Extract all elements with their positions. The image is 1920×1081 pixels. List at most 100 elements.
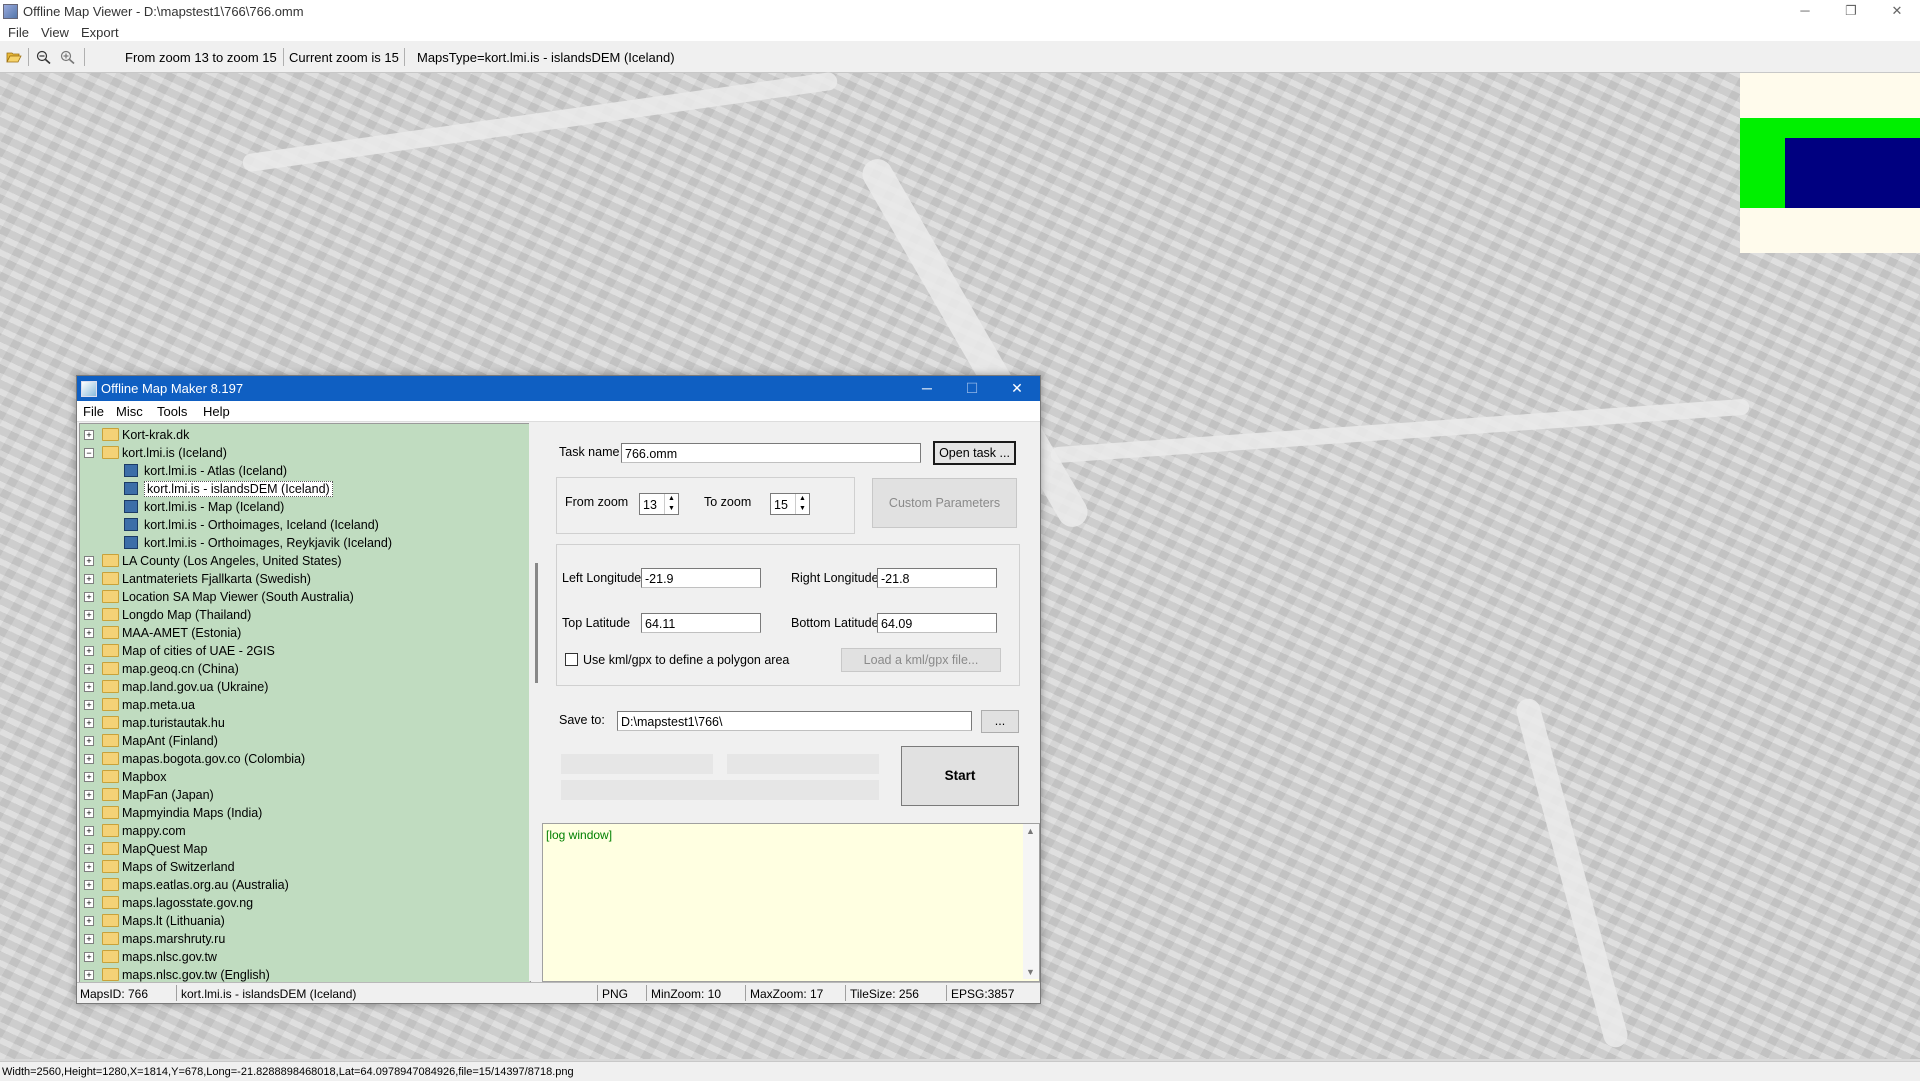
tree-folder-item[interactable]: + map.turistautak.hu (80, 714, 530, 732)
folder-icon (102, 428, 119, 441)
tree-folder-item[interactable]: + MapFan (Japan) (80, 786, 530, 804)
tree-map-item[interactable]: kort.lmi.is - Map (Iceland) (80, 498, 530, 516)
expand-icon[interactable]: + (84, 718, 94, 728)
bottom-latitude-input[interactable]: 64.09 (877, 613, 997, 633)
tree-folder-item[interactable]: + map.geoq.cn (China) (80, 660, 530, 678)
left-longitude-input[interactable]: -21.9 (641, 568, 761, 588)
expand-icon[interactable]: + (84, 430, 94, 440)
zoom-out-icon[interactable] (36, 50, 52, 64)
expand-icon[interactable]: + (84, 952, 94, 962)
open-folder-icon[interactable] (6, 50, 22, 64)
expand-icon[interactable]: + (84, 970, 94, 980)
dialog-menu-misc[interactable]: Misc (116, 404, 143, 419)
tree-folder-item[interactable]: + mappy.com (80, 822, 530, 840)
dialog-menu-file[interactable]: File (83, 404, 104, 419)
custom-parameters-button[interactable]: Custom Parameters (872, 478, 1017, 528)
tree-folder-item[interactable]: + MapQuest Map (80, 840, 530, 858)
expand-icon[interactable]: + (84, 754, 94, 764)
zoom-in-icon[interactable] (60, 50, 76, 64)
dialog-close-button[interactable]: ✕ (997, 378, 1037, 399)
expand-icon[interactable]: + (84, 916, 94, 926)
tree-folder-item[interactable]: + maps.eatlas.org.au (Australia) (80, 876, 530, 894)
minimize-button[interactable]: ─ (1790, 1, 1820, 21)
tree-folder-item[interactable]: + map.meta.ua (80, 696, 530, 714)
expand-icon[interactable]: + (84, 682, 94, 692)
expand-icon[interactable]: + (84, 700, 94, 710)
tree-folder-item[interactable]: + Longdo Map (Thailand) (80, 606, 530, 624)
expand-icon[interactable]: + (84, 880, 94, 890)
tree-folder-item[interactable]: + Lantmateriets Fjallkarta (Swedish) (80, 570, 530, 588)
menu-view[interactable]: View (41, 25, 69, 40)
tree-folder-item[interactable]: + Maps.lt (Lithuania) (80, 912, 530, 930)
task-name-input[interactable]: 766.omm (621, 443, 921, 463)
expand-icon[interactable]: + (84, 610, 94, 620)
start-button[interactable]: Start (901, 746, 1019, 806)
to-zoom-spinner[interactable]: 15 ▲ ▼ (770, 493, 810, 515)
tree-folder-item[interactable]: + maps.nlsc.gov.tw (English) (80, 966, 530, 982)
tree-folder-item[interactable]: + MapAnt (Finland) (80, 732, 530, 750)
expand-icon[interactable]: + (84, 934, 94, 944)
expand-icon[interactable]: + (84, 772, 94, 782)
restore-button[interactable]: ❐ (1836, 1, 1866, 21)
tree-folder-item[interactable]: + maps.nlsc.gov.tw (80, 948, 530, 966)
spin-down-icon[interactable]: ▼ (664, 504, 678, 514)
dialog-minimize-button[interactable]: ─ (907, 378, 947, 399)
tree-folder-item[interactable]: + Map of cities of UAE - 2GIS (80, 642, 530, 660)
tree-folder-item[interactable]: + maps.lagosstate.gov.ng (80, 894, 530, 912)
expand-icon[interactable]: + (84, 790, 94, 800)
collapse-icon[interactable]: − (84, 448, 94, 458)
expand-icon[interactable]: + (84, 556, 94, 566)
dialog-menu-help[interactable]: Help (203, 404, 230, 419)
tree-folder-item[interactable]: + Mapbox (80, 768, 530, 786)
tree-folder-item[interactable]: − kort.lmi.is (Iceland) (80, 444, 530, 462)
expand-icon[interactable]: + (84, 898, 94, 908)
expand-icon[interactable]: + (84, 646, 94, 656)
tree-folder-item[interactable]: + Location SA Map Viewer (South Australia… (80, 588, 530, 606)
tree-map-item[interactable]: kort.lmi.is - Orthoimages, Reykjavik (Ic… (80, 534, 530, 552)
expand-icon[interactable]: + (84, 664, 94, 674)
dialog-maximize-button[interactable]: ☐ (952, 378, 992, 399)
kml-polygon-checkbox[interactable] (565, 653, 578, 666)
tree-folder-item[interactable]: + LA County (Los Angeles, United States) (80, 552, 530, 570)
tree-folder-item[interactable]: + mapas.bogota.gov.co (Colombia) (80, 750, 530, 768)
tree-map-item[interactable]: kort.lmi.is - Orthoimages, Iceland (Icel… (80, 516, 530, 534)
map-source-tree[interactable]: + Kort-krak.dk − kort.lmi.is (Iceland) kort.… (79, 423, 531, 983)
log-scrollbar[interactable]: ▲ ▼ (1023, 824, 1039, 979)
right-longitude-input[interactable]: -21.8 (877, 568, 997, 588)
tree-folder-item[interactable]: + maps.marshruty.ru (80, 930, 530, 948)
tree-scrollbar-thumb[interactable] (535, 563, 538, 683)
menu-export[interactable]: Export (81, 25, 119, 40)
spin-up-icon[interactable]: ▲ (795, 494, 809, 504)
tree-folder-item[interactable]: + Mapmyindia Maps (India) (80, 804, 530, 822)
tree-folder-item[interactable]: + Maps of Switzerland (80, 858, 530, 876)
save-to-input[interactable]: D:\mapstest1\766\ (617, 711, 972, 731)
tree-item-label: kort.lmi.is - islandsDEM (Iceland) (144, 481, 333, 497)
tree-map-item[interactable]: kort.lmi.is - Atlas (Iceland) (80, 462, 530, 480)
scroll-up-icon[interactable]: ▲ (1026, 826, 1035, 836)
tree-folder-item[interactable]: + MAA-AMET (Estonia) (80, 624, 530, 642)
spin-down-icon[interactable]: ▼ (795, 504, 809, 514)
close-button[interactable]: ✕ (1882, 1, 1912, 21)
expand-icon[interactable]: + (84, 574, 94, 584)
tree-folder-item[interactable]: + Kort-krak.dk (80, 426, 530, 444)
minimap[interactable] (1740, 73, 1920, 253)
from-zoom-spinner[interactable]: 13 ▲ ▼ (639, 493, 679, 515)
expand-icon[interactable]: + (84, 826, 94, 836)
top-latitude-input[interactable]: 64.11 (641, 613, 761, 633)
dialog-menu-tools[interactable]: Tools (157, 404, 187, 419)
expand-icon[interactable]: + (84, 862, 94, 872)
expand-icon[interactable]: + (84, 808, 94, 818)
open-task-button[interactable]: Open task ... (933, 441, 1016, 465)
tree-map-item[interactable]: kort.lmi.is - islandsDEM (Iceland) (80, 480, 530, 498)
menu-file[interactable]: File (8, 25, 29, 40)
expand-icon[interactable]: + (84, 736, 94, 746)
log-window[interactable]: [log window] ▲ ▼ (542, 823, 1040, 982)
load-kml-button[interactable]: Load a kml/gpx file... (841, 648, 1001, 672)
scroll-down-icon[interactable]: ▼ (1026, 967, 1035, 977)
spin-up-icon[interactable]: ▲ (664, 494, 678, 504)
expand-icon[interactable]: + (84, 592, 94, 602)
expand-icon[interactable]: + (84, 844, 94, 854)
browse-button[interactable]: ... (981, 710, 1019, 733)
tree-folder-item[interactable]: + map.land.gov.ua (Ukraine) (80, 678, 530, 696)
expand-icon[interactable]: + (84, 628, 94, 638)
